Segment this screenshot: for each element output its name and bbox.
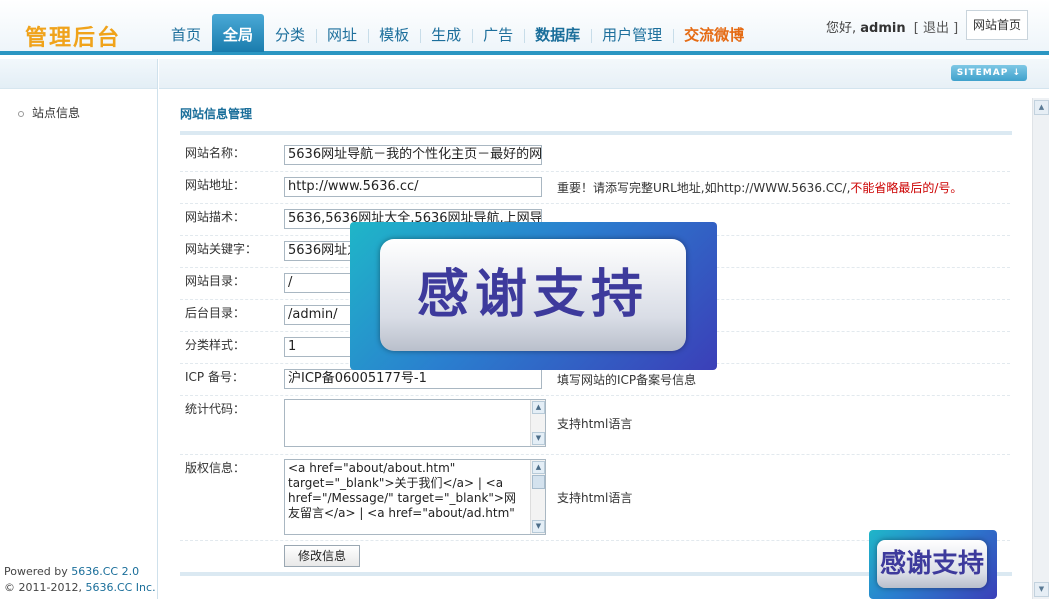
powered-text: Powered by xyxy=(4,565,68,578)
nav-tab[interactable]: 用户管理 xyxy=(591,14,673,52)
copyright-hint: 支持html语言 xyxy=(557,491,633,505)
nav-tab[interactable]: 首页 xyxy=(160,14,212,52)
row-divider xyxy=(180,454,1010,455)
greeting-text: 您好, xyxy=(826,21,857,36)
nav-tab[interactable]: 生成 xyxy=(420,14,472,52)
scroll-down-icon[interactable]: ▼ xyxy=(532,432,545,445)
nav-tab[interactable]: 模板 xyxy=(368,14,420,52)
thanks-banner-small[interactable]: 感谢支持 xyxy=(869,530,997,599)
submit-button[interactable]: 修改信息 xyxy=(284,545,360,567)
nav-tab[interactable]: 广告 xyxy=(472,14,524,52)
scroll-up-icon[interactable]: ▲ xyxy=(1034,100,1049,115)
field-label: 网站描术： xyxy=(185,210,246,224)
row-divider xyxy=(180,203,1010,204)
copyright-link[interactable]: 5636.CC Inc. xyxy=(85,581,155,594)
field-label: 网站目录： xyxy=(185,274,246,288)
scroll-down-icon[interactable]: ▼ xyxy=(532,520,545,533)
field-label: ICP 备号： xyxy=(185,370,244,384)
user-area: 您好, admin [ 退出 ] xyxy=(826,17,958,36)
thanks-banner-text: 感谢支持 xyxy=(380,239,686,351)
section-title: 网站信息管理 xyxy=(180,107,253,121)
nav-tab[interactable]: 全局 xyxy=(212,14,265,52)
powered-link[interactable]: 5636.CC 2.0 xyxy=(71,565,139,578)
sidebar-header xyxy=(0,59,157,89)
row-divider xyxy=(180,395,1010,396)
nav-tab[interactable]: 数据库 xyxy=(524,14,591,52)
sidebar-footer: Powered by 5636.CC 2.0 © 2011-2012, 5636… xyxy=(4,564,156,596)
scroll-down-icon[interactable]: ▼ xyxy=(1034,582,1049,597)
text-input[interactable]: http://www.5636.cc/ xyxy=(284,177,542,197)
field-label: 网站地址： xyxy=(185,178,246,192)
scroll-up-icon[interactable]: ▲ xyxy=(532,461,545,474)
scroll-up-icon[interactable]: ▲ xyxy=(532,401,545,414)
thanks-banner-text: 感谢支持 xyxy=(877,540,987,588)
stats-code-label: 统计代码： xyxy=(185,402,246,416)
sidebar-item-site-info[interactable]: 站点信息 xyxy=(18,104,80,121)
scroll-thumb[interactable] xyxy=(532,475,545,489)
nav-tab[interactable]: 交流微博 xyxy=(673,14,755,52)
sitemap-bar: SITEMAP ↓ xyxy=(159,59,1049,89)
field-label: 网站名称： xyxy=(185,146,246,160)
top-header: 管理后台 首页 全局 分类 网址 模板 生成 广告 数据库 用户管理 交流微博 您好, admin… xyxy=(0,0,1049,55)
sitemap-button[interactable]: SITEMAP ↓ xyxy=(950,65,1027,81)
stats-code-hint: 支持html语言 xyxy=(557,417,633,431)
logout-link[interactable]: [ 退出 ] xyxy=(914,21,958,36)
hint-text: 填写网站的ICP备案号信息 xyxy=(557,373,697,387)
field-hint: 填写网站的ICP备案号信息 xyxy=(557,371,696,388)
field-label: 后台目录： xyxy=(185,306,246,320)
copyright-label: 版权信息： xyxy=(185,461,246,475)
nav-tab[interactable]: 分类 xyxy=(264,14,316,52)
username: admin xyxy=(860,21,906,36)
row-divider xyxy=(180,171,1010,172)
copyright-textarea[interactable]: <a href="about/about.htm" target="_blank… xyxy=(284,459,546,535)
field-label: 网站关键字： xyxy=(185,242,258,256)
hint-text: 重要！请添写完整URL地址,如http://WWW.5636.CC/, xyxy=(557,181,851,195)
text-input[interactable]: 5636网址导航－我的个性化主页－最好的网址导航 xyxy=(284,145,542,165)
title-divider xyxy=(180,131,1012,135)
sidebar-item-label: 站点信息 xyxy=(32,106,81,120)
sidebar: 站点信息 Powered by 5636.CC 2.0 © 2011-2012,… xyxy=(0,59,158,599)
nav-tab[interactable]: 网址 xyxy=(316,14,368,52)
text-input[interactable]: 沪ICP备06005177号-1 xyxy=(284,369,542,389)
bullet-icon xyxy=(18,110,24,117)
stats-code-textarea[interactable]: ▲ ▼ xyxy=(284,399,546,447)
main-nav: 首页 全局 分类 网址 模板 生成 广告 数据库 用户管理 交流微博 xyxy=(160,14,755,52)
page-scrollbar[interactable]: ▲ ▼ xyxy=(1032,98,1049,599)
thanks-banner-large: 感谢支持 xyxy=(350,222,717,370)
field-label: 分类样式： xyxy=(185,338,246,352)
app-logo: 管理后台 xyxy=(25,26,122,51)
copyright-value: <a href="about/about.htm" target="_blank… xyxy=(288,461,516,520)
field-hint: 重要！请添写完整URL地址,如http://WWW.5636.CC/,不能省略最… xyxy=(557,179,962,196)
textarea-scrollbar[interactable]: ▲ ▼ xyxy=(530,460,545,534)
site-home-button[interactable]: 网站首页 xyxy=(966,10,1028,40)
copyright-text: © 2011-2012, xyxy=(4,581,82,594)
textarea-scrollbar[interactable]: ▲ ▼ xyxy=(530,400,545,446)
hint-warning-text: 不能省略最后的/号。 xyxy=(850,181,963,195)
